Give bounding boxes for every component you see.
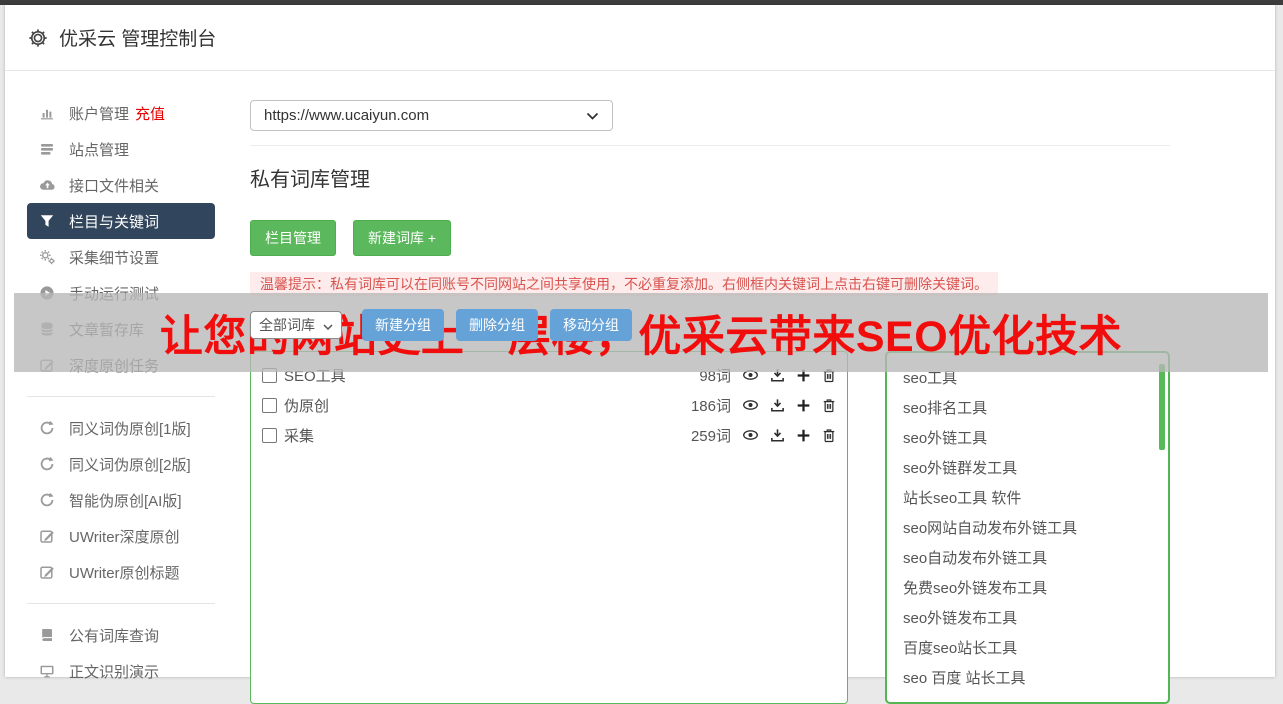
sidebar-item-uwriter-title[interactable]: UWriter原创标题 bbox=[27, 554, 215, 590]
lexicon-row: 伪原创 186词 bbox=[251, 390, 847, 420]
trash-icon[interactable] bbox=[822, 398, 836, 413]
site-url-value: https://www.ucaiyun.com bbox=[264, 107, 430, 124]
sidebar-item-label: 采集细节设置 bbox=[69, 249, 160, 267]
sidebar-item-label: 同义词伪原创[2版] bbox=[69, 456, 191, 474]
sidebar-item-content-recognition[interactable]: 正文识别演示 bbox=[27, 653, 215, 689]
sidebar-item-synonym-v2[interactable]: 同义词伪原创[2版] bbox=[27, 446, 215, 482]
group-filter-value: 全部词库 bbox=[259, 317, 315, 333]
sidebar-item-label: 智能伪原创[AI版] bbox=[69, 492, 182, 510]
keyword-item[interactable]: 站长seo工具 软件 bbox=[903, 484, 1160, 514]
sidebar-divider bbox=[27, 603, 215, 604]
lexicon-list-panel: SEO工具 98词 伪原创 186词 采集 259词 bbox=[250, 351, 848, 704]
main-content: https://www.ucaiyun.com 私有词库管理 栏目管理 新建词库… bbox=[237, 71, 1275, 704]
lexicon-name[interactable]: 伪原创 bbox=[284, 395, 329, 416]
move-group-button[interactable]: 移动分组 bbox=[550, 309, 632, 341]
recharge-link[interactable]: 充值 bbox=[135, 103, 165, 124]
keyword-list-panel: seo工具 seo排名工具 seo外链工具 seo外链群发工具 站长seo工具 … bbox=[885, 351, 1170, 704]
manage-columns-button[interactable]: 栏目管理 bbox=[250, 220, 336, 256]
keyword-item[interactable]: seo外链发布工具 bbox=[903, 604, 1160, 634]
sidebar-item-label: 公有词库查询 bbox=[69, 627, 160, 645]
monitor-icon bbox=[38, 663, 56, 679]
trash-icon[interactable] bbox=[822, 428, 836, 443]
keyword-item[interactable]: seo外链工具 bbox=[903, 424, 1160, 454]
sidebar-divider bbox=[27, 396, 215, 397]
pencil-square-icon bbox=[38, 528, 56, 544]
sidebar-item-label: 正文识别演示 bbox=[69, 663, 160, 681]
view-icon[interactable] bbox=[742, 428, 759, 442]
sidebar-item-collect-settings[interactable]: 采集细节设置 bbox=[27, 239, 215, 275]
chevron-down-icon bbox=[586, 107, 599, 124]
lexicon-row: 采集 259词 bbox=[251, 420, 847, 450]
sidebar-item-label: 栏目与关键词 bbox=[69, 213, 160, 231]
view-icon[interactable] bbox=[742, 398, 759, 412]
keyword-item[interactable]: seo排名工具 bbox=[903, 394, 1160, 424]
new-group-button[interactable]: 新建分组 bbox=[362, 309, 444, 341]
refresh-icon bbox=[38, 492, 56, 508]
funnel-icon bbox=[38, 213, 56, 229]
chevron-down-icon bbox=[323, 317, 333, 333]
sidebar-item-label: 同义词伪原创[1版] bbox=[69, 420, 191, 438]
site-url-select[interactable]: https://www.ucaiyun.com bbox=[250, 100, 613, 131]
sidebar-item-uwriter-deep[interactable]: UWriter深度原创 bbox=[27, 518, 215, 554]
app-header: 优采云 管理控制台 bbox=[5, 5, 1275, 71]
lexicon-word-count: 259词 bbox=[690, 427, 731, 445]
sidebar: 账户管理 充值 站点管理 接口文件相关 栏目与关键词 采集细节设置 同义词伪原创… bbox=[5, 71, 237, 704]
site-list-icon bbox=[38, 141, 56, 157]
section-divider bbox=[250, 145, 1170, 146]
bar-chart-icon bbox=[38, 105, 56, 121]
add-icon[interactable] bbox=[796, 428, 811, 443]
sidebar-item-label: 账户管理 bbox=[69, 105, 130, 123]
page-title: 私有词库管理 bbox=[250, 169, 370, 191]
action-row: 栏目管理 新建词库 + bbox=[250, 220, 1170, 256]
gears-icon bbox=[38, 249, 56, 265]
download-icon[interactable] bbox=[770, 428, 785, 443]
cloud-upload-icon bbox=[38, 177, 56, 193]
sidebar-item-account[interactable]: 账户管理 充值 bbox=[27, 95, 215, 131]
keyword-item[interactable]: seo 百度 站长工具 bbox=[903, 664, 1160, 694]
keyword-scrollbar-thumb[interactable] bbox=[1159, 364, 1165, 450]
sidebar-item-label: 接口文件相关 bbox=[69, 177, 160, 195]
lexicon-name[interactable]: 采集 bbox=[284, 425, 314, 446]
app-title: 优采云 管理控制台 bbox=[59, 29, 217, 50]
lexicon-checkbox[interactable] bbox=[262, 427, 277, 443]
refresh-icon bbox=[38, 420, 56, 436]
sidebar-item-columns-keywords[interactable]: 栏目与关键词 bbox=[27, 203, 215, 239]
sidebar-item-label: UWriter深度原创 bbox=[69, 528, 180, 546]
book-icon bbox=[38, 627, 56, 643]
keyword-item[interactable]: seo网站自动发布外链工具 bbox=[903, 514, 1160, 544]
keyword-item[interactable]: 免费seo外链发布工具 bbox=[903, 574, 1160, 604]
lexicon-word-count: 186词 bbox=[690, 397, 731, 415]
add-icon[interactable] bbox=[796, 398, 811, 413]
delete-group-button[interactable]: 删除分组 bbox=[456, 309, 538, 341]
sidebar-item-ai-rewrite[interactable]: 智能伪原创[AI版] bbox=[27, 482, 215, 518]
gear-logo-icon bbox=[28, 28, 48, 48]
sidebar-item-sites[interactable]: 站点管理 bbox=[27, 131, 215, 167]
refresh-icon bbox=[38, 456, 56, 472]
keyword-item[interactable]: seo自动发布外链工具 bbox=[903, 544, 1160, 574]
sidebar-item-label: UWriter原创标题 bbox=[69, 564, 180, 582]
download-icon[interactable] bbox=[770, 398, 785, 413]
pencil-square-icon bbox=[38, 564, 56, 580]
sidebar-item-synonym-v1[interactable]: 同义词伪原创[1版] bbox=[27, 410, 215, 446]
sidebar-item-public-lexicon[interactable]: 公有词库查询 bbox=[27, 617, 215, 653]
group-toolbar: 全部词库 新建分组 删除分组 移动分组 bbox=[250, 309, 1170, 341]
sidebar-item-interface-files[interactable]: 接口文件相关 bbox=[27, 167, 215, 203]
group-filter-select[interactable]: 全部词库 bbox=[250, 311, 342, 339]
keyword-item[interactable]: 百度seo站长工具 bbox=[903, 634, 1160, 664]
new-lexicon-button[interactable]: 新建词库 + bbox=[353, 220, 452, 256]
lexicon-checkbox[interactable] bbox=[262, 397, 277, 413]
keyword-item[interactable]: seo外链群发工具 bbox=[903, 454, 1160, 484]
sidebar-item-label: 站点管理 bbox=[69, 141, 130, 159]
